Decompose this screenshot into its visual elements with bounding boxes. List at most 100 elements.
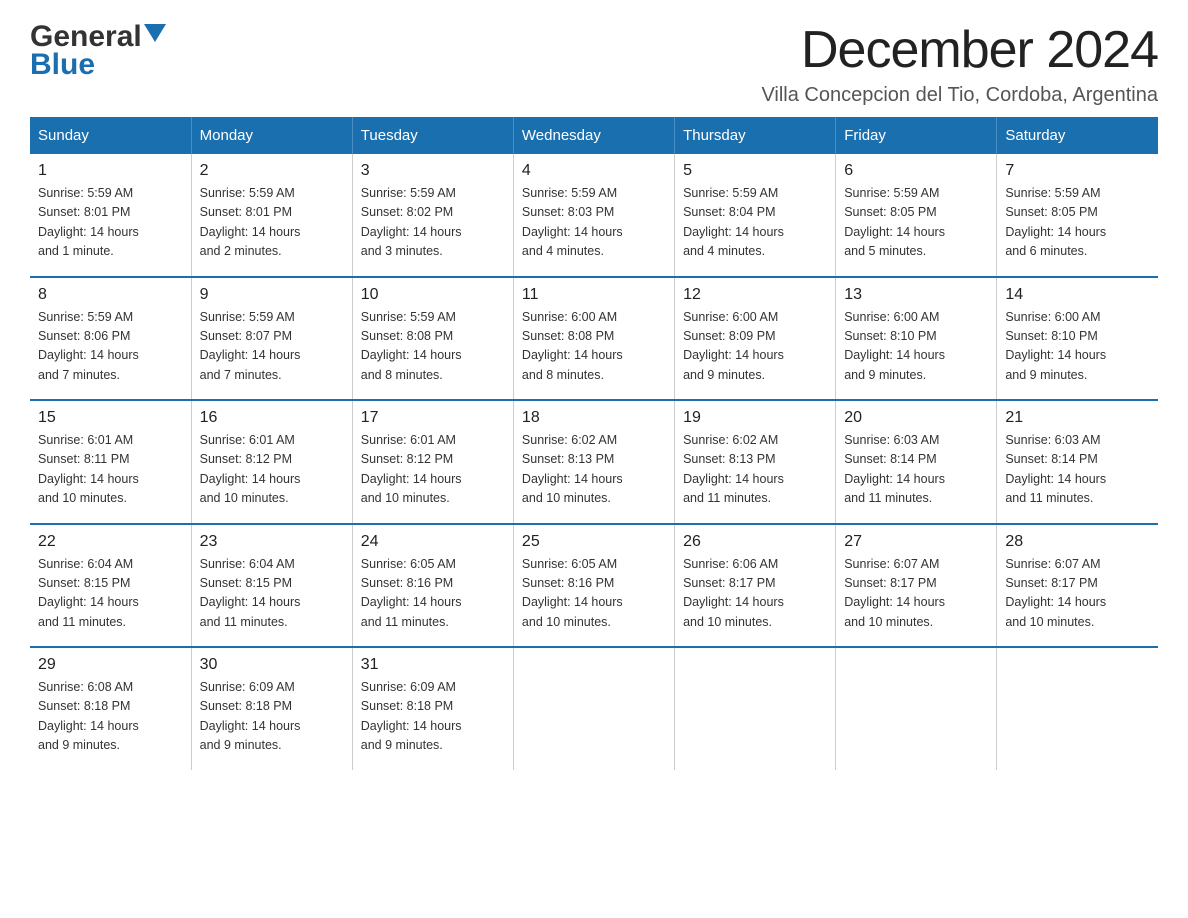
day-info: Sunrise: 6:02 AMSunset: 8:13 PMDaylight:… [683, 431, 827, 509]
day-number: 9 [200, 286, 344, 304]
calendar-cell: 14Sunrise: 6:00 AMSunset: 8:10 PMDayligh… [997, 277, 1158, 401]
calendar-cell: 25 Sunrise: 6:05 AMSunset: 8:16 PMDayligh… [513, 524, 674, 648]
calendar-cell: 28 Sunrise: 6:07 AMSunset: 8:17 PMDayligh… [997, 524, 1158, 648]
day-info: Sunrise: 5:59 AMSunset: 8:02 PMDaylight:… [361, 184, 505, 262]
day-info: Sunrise: 5:59 AMSunset: 8:05 PMDaylight:… [844, 184, 988, 262]
calendar-cell: 31Sunrise: 6:09 AMSunset: 8:18 PMDayligh… [352, 647, 513, 770]
day-number: 20 [844, 409, 988, 427]
day-number: 21 [1005, 409, 1150, 427]
calendar-cell [836, 647, 997, 770]
calendar-cell: 5Sunrise: 5:59 AMSunset: 8:04 PMDaylight… [675, 154, 836, 277]
weekday-header-wednesday: Wednesday [513, 117, 674, 154]
calendar-cell: 30 Sunrise: 6:09 AMSunset: 8:18 PMDayligh… [191, 647, 352, 770]
day-number: 3 [361, 162, 505, 180]
weekday-header-thursday: Thursday [675, 117, 836, 154]
day-number: 24 [361, 533, 505, 551]
day-number: 19 [683, 409, 827, 427]
day-info: Sunrise: 6:03 AMSunset: 8:14 PMDaylight:… [1005, 431, 1150, 509]
day-number: 23 [200, 533, 344, 551]
day-number: 25 [522, 533, 666, 551]
calendar-table: SundayMondayTuesdayWednesdayThursdayFrid… [30, 117, 1158, 770]
calendar-cell: 1 Sunrise: 5:59 AMSunset: 8:01 PMDaylight… [30, 154, 191, 277]
calendar-cell [513, 647, 674, 770]
logo-blue-text: Blue [30, 48, 95, 82]
day-number: 2 [200, 162, 344, 180]
calendar-week-1: 1 Sunrise: 5:59 AMSunset: 8:01 PMDaylight… [30, 154, 1158, 277]
day-info: Sunrise: 6:05 AMSunset: 8:16 PMDaylight:… [361, 555, 505, 633]
day-info: Sunrise: 6:02 AMSunset: 8:13 PMDaylight:… [522, 431, 666, 509]
calendar-cell: 27Sunrise: 6:07 AMSunset: 8:17 PMDayligh… [836, 524, 997, 648]
weekday-header-saturday: Saturday [997, 117, 1158, 154]
calendar-cell: 7 Sunrise: 5:59 AMSunset: 8:05 PMDaylight… [997, 154, 1158, 277]
day-number: 30 [200, 656, 344, 674]
weekday-header-friday: Friday [836, 117, 997, 154]
main-title: December 2024 [761, 20, 1158, 80]
day-info: Sunrise: 6:00 AMSunset: 8:10 PMDaylight:… [844, 308, 988, 386]
day-number: 29 [38, 656, 183, 674]
weekday-header-sunday: Sunday [30, 117, 191, 154]
calendar-cell: 22 Sunrise: 6:04 AMSunset: 8:15 PMDayligh… [30, 524, 191, 648]
day-info: Sunrise: 5:59 AMSunset: 8:07 PMDaylight:… [200, 308, 344, 386]
calendar-cell: 15Sunrise: 6:01 AMSunset: 8:11 PMDayligh… [30, 400, 191, 524]
calendar-cell: 6 Sunrise: 5:59 AMSunset: 8:05 PMDaylight… [836, 154, 997, 277]
calendar-cell: 9 Sunrise: 5:59 AMSunset: 8:07 PMDaylight… [191, 277, 352, 401]
day-number: 13 [844, 286, 988, 304]
location-subtitle: Villa Concepcion del Tio, Cordoba, Argen… [761, 84, 1158, 107]
calendar-cell [997, 647, 1158, 770]
day-info: Sunrise: 6:04 AMSunset: 8:15 PMDaylight:… [38, 555, 183, 633]
day-info: Sunrise: 6:09 AMSunset: 8:18 PMDaylight:… [361, 678, 505, 756]
day-number: 6 [844, 162, 988, 180]
day-info: Sunrise: 6:00 AMSunset: 8:08 PMDaylight:… [522, 308, 666, 386]
day-info: Sunrise: 6:07 AMSunset: 8:17 PMDaylight:… [1005, 555, 1150, 633]
day-number: 17 [361, 409, 505, 427]
day-info: Sunrise: 6:05 AMSunset: 8:16 PMDaylight:… [522, 555, 666, 633]
day-info: Sunrise: 5:59 AMSunset: 8:01 PMDaylight:… [38, 184, 183, 262]
calendar-cell: 2 Sunrise: 5:59 AMSunset: 8:01 PMDaylight… [191, 154, 352, 277]
logo: General Blue [30, 20, 166, 82]
day-info: Sunrise: 6:01 AMSunset: 8:11 PMDaylight:… [38, 431, 183, 509]
day-number: 18 [522, 409, 666, 427]
calendar-cell: 11Sunrise: 6:00 AMSunset: 8:08 PMDayligh… [513, 277, 674, 401]
day-info: Sunrise: 5:59 AMSunset: 8:01 PMDaylight:… [200, 184, 344, 262]
page-header: General Blue December 2024 Villa Concepc… [30, 20, 1158, 107]
day-number: 7 [1005, 162, 1150, 180]
day-info: Sunrise: 6:08 AMSunset: 8:18 PMDaylight:… [38, 678, 183, 756]
calendar-cell: 3 Sunrise: 5:59 AMSunset: 8:02 PMDaylight… [352, 154, 513, 277]
calendar-cell [675, 647, 836, 770]
day-number: 28 [1005, 533, 1150, 551]
day-number: 1 [38, 162, 183, 180]
calendar-week-2: 8 Sunrise: 5:59 AMSunset: 8:06 PMDaylight… [30, 277, 1158, 401]
day-info: Sunrise: 6:03 AMSunset: 8:14 PMDaylight:… [844, 431, 988, 509]
calendar-cell: 8 Sunrise: 5:59 AMSunset: 8:06 PMDaylight… [30, 277, 191, 401]
day-number: 22 [38, 533, 183, 551]
calendar-cell: 10Sunrise: 5:59 AMSunset: 8:08 PMDayligh… [352, 277, 513, 401]
day-info: Sunrise: 5:59 AMSunset: 8:05 PMDaylight:… [1005, 184, 1150, 262]
day-info: Sunrise: 6:01 AMSunset: 8:12 PMDaylight:… [200, 431, 344, 509]
day-info: Sunrise: 6:09 AMSunset: 8:18 PMDaylight:… [200, 678, 344, 756]
day-number: 4 [522, 162, 666, 180]
calendar-cell: 29 Sunrise: 6:08 AMSunset: 8:18 PMDayligh… [30, 647, 191, 770]
calendar-cell: 23 Sunrise: 6:04 AMSunset: 8:15 PMDayligh… [191, 524, 352, 648]
day-number: 14 [1005, 286, 1150, 304]
day-number: 27 [844, 533, 988, 551]
weekday-header-tuesday: Tuesday [352, 117, 513, 154]
calendar-week-3: 15Sunrise: 6:01 AMSunset: 8:11 PMDayligh… [30, 400, 1158, 524]
day-number: 8 [38, 286, 183, 304]
calendar-week-5: 29 Sunrise: 6:08 AMSunset: 8:18 PMDayligh… [30, 647, 1158, 770]
calendar-cell: 4 Sunrise: 5:59 AMSunset: 8:03 PMDaylight… [513, 154, 674, 277]
weekday-header-row: SundayMondayTuesdayWednesdayThursdayFrid… [30, 117, 1158, 154]
day-info: Sunrise: 6:01 AMSunset: 8:12 PMDaylight:… [361, 431, 505, 509]
title-block: December 2024 Villa Concepcion del Tio, … [761, 20, 1158, 107]
day-number: 26 [683, 533, 827, 551]
calendar-cell: 21 Sunrise: 6:03 AMSunset: 8:14 PMDayligh… [997, 400, 1158, 524]
calendar-cell: 13 Sunrise: 6:00 AMSunset: 8:10 PMDayligh… [836, 277, 997, 401]
day-number: 10 [361, 286, 505, 304]
calendar-body: 1 Sunrise: 5:59 AMSunset: 8:01 PMDaylight… [30, 154, 1158, 770]
day-info: Sunrise: 5:59 AMSunset: 8:03 PMDaylight:… [522, 184, 666, 262]
day-info: Sunrise: 6:04 AMSunset: 8:15 PMDaylight:… [200, 555, 344, 633]
calendar-cell: 16 Sunrise: 6:01 AMSunset: 8:12 PMDayligh… [191, 400, 352, 524]
day-number: 16 [200, 409, 344, 427]
day-info: Sunrise: 6:00 AMSunset: 8:09 PMDaylight:… [683, 308, 827, 386]
day-info: Sunrise: 6:06 AMSunset: 8:17 PMDaylight:… [683, 555, 827, 633]
day-info: Sunrise: 5:59 AMSunset: 8:06 PMDaylight:… [38, 308, 183, 386]
